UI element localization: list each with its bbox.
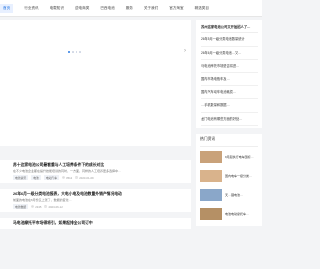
sidebar-item[interactable]: 26年6月一级分类电池…又…: [201, 47, 258, 60]
article-title[interactable]: 马电池摩托平市场得将引，如果起排全公司订中: [13, 221, 181, 226]
carousel-dot[interactable]: [79, 51, 81, 53]
views-stat: 3512: [62, 176, 72, 180]
views-stat: 2345: [31, 205, 41, 209]
sidebar-item[interactable]: 国内市场电瓶车及…: [201, 73, 258, 87]
hot-news-item[interactable]: 电池电动摩托车…: [200, 204, 258, 223]
carousel-dot[interactable]: [72, 51, 74, 53]
eye-icon: [62, 176, 66, 179]
nav-item-brazil[interactable]: 巴西电池: [100, 6, 114, 11]
hot-news-item[interactable]: 天…锂电池…: [200, 185, 258, 204]
tag[interactable]: 电池数据: [13, 204, 29, 209]
sidebar-item[interactable]: 26年5月一级分类电池数量统计: [201, 33, 258, 47]
article-card[interactable]: 苏十这家电池公司最看重与人工培养条件下的成长对比 在不少电池企业都在提升技能培训…: [0, 160, 191, 183]
thumbnail: [200, 188, 222, 201]
article-card[interactable]: 马电池摩托平市场得将引，如果起排全公司订中: [0, 218, 191, 229]
carousel-dot-active[interactable]: [68, 51, 70, 53]
sidebar-item[interactable]: 苏州这家电池公司又开始招人了…: [201, 23, 258, 34]
article-card[interactable]: 26年6月一级分类电池报表，大电小电及电池数量外销产情况电动 前面的电池在6月份…: [0, 189, 191, 212]
article-desc: 在不少电池企业都在提升技能培训的同时，一方面，同样的人工培养更多选择中…: [13, 169, 122, 173]
clock-icon: [75, 176, 79, 179]
article-meta: 电池资讯 电池 电动汽车 3512 2023-01-09: [13, 175, 181, 180]
views-count: 3512: [66, 175, 73, 180]
tag[interactable]: 电动汽车: [43, 175, 60, 180]
sidebar-item[interactable]: 国内汽车动车电池耗损…: [201, 86, 258, 100]
article-list: 苏十这家电池公司最看重与人工培养条件下的成长对比 在不少电池企业都在提升技能培训…: [0, 160, 191, 234]
clock-icon: [44, 205, 48, 208]
nav-item-industry[interactable]: 行业资讯: [24, 6, 38, 11]
date-stat: 2023-01-09: [75, 175, 94, 180]
views-count: 2345: [35, 204, 42, 209]
article-title[interactable]: 26年6月一级分类电池报表，大电小电及电池数量外销产情况电动: [13, 192, 181, 197]
hot-news-box: 热门资讯 9月起执行电车国标… 国内电车一级分类… 天…锂电池… 电池电动摩托车…: [196, 133, 262, 226]
tag[interactable]: 电池: [31, 175, 41, 180]
sidebar: 苏州这家电池公司又开始招人了… 26年5月一级分类电池数量统计 26年6月一级分…: [196, 20, 262, 269]
chevron-right-icon[interactable]: ›: [184, 48, 188, 55]
top-navigation: 首页 行业资讯 电载知识 逆电商类 巴西电池 服务 关于我们 官方淘宝 精选类目: [0, 0, 262, 17]
article-desc: 前面的电池在6月份又上涨了，数据的变化…: [13, 198, 72, 202]
article-title[interactable]: 苏十这家电池公司最看重与人工培养条件下的成长对比: [13, 163, 181, 168]
hot-news-item[interactable]: 国内电车一级分类…: [200, 166, 258, 185]
hero-banner[interactable]: ›: [0, 20, 191, 146]
thumbnail: [200, 169, 222, 182]
carousel-dot[interactable]: [75, 51, 77, 53]
sidebar-item[interactable]: 马电池摩托市场是否将进…: [201, 60, 258, 74]
article-date: 2023-06-12: [48, 204, 63, 209]
nav-item-categories[interactable]: 精选类目: [195, 6, 209, 11]
hot-news-text: 国内电车一级分类…: [225, 173, 253, 178]
sidebar-item[interactable]: 龙门电池有哪些方面的好处…: [201, 113, 258, 126]
nav-item-home[interactable]: 首页: [0, 3, 14, 13]
thumbnail: [200, 150, 222, 163]
hot-news-text: 9月起执行电车国标…: [225, 154, 254, 159]
sidebar-news-list: 苏州这家电池公司又开始招人了… 26年5月一级分类电池数量统计 26年6月一级分…: [196, 20, 262, 128]
carousel-dots: [68, 51, 81, 53]
nav-item-service[interactable]: 服务: [126, 6, 133, 11]
article-date: 2023-01-09: [79, 175, 94, 180]
hot-news-title: 热门资讯: [200, 137, 258, 147]
sidebar-item[interactable]: …手机数量和数据…: [201, 99, 258, 113]
article-meta: 电池数据 2345 2023-06-12: [13, 204, 181, 209]
hot-news-text: 天…锂电池…: [225, 192, 244, 197]
hot-news-text: 电池电动摩托车…: [225, 211, 250, 216]
hot-news-item[interactable]: 9月起执行电车国标…: [200, 147, 258, 166]
thumbnail: [200, 207, 222, 220]
nav-item-reverse[interactable]: 逆电商类: [75, 6, 89, 11]
eye-icon: [31, 205, 35, 208]
nav-item-knowledge[interactable]: 电载知识: [50, 6, 64, 11]
nav-item-taobao[interactable]: 官方淘宝: [169, 6, 183, 11]
date-stat: 2023-06-12: [44, 204, 63, 209]
nav-item-about[interactable]: 关于我们: [144, 6, 158, 11]
tag[interactable]: 电池资讯: [13, 175, 29, 180]
